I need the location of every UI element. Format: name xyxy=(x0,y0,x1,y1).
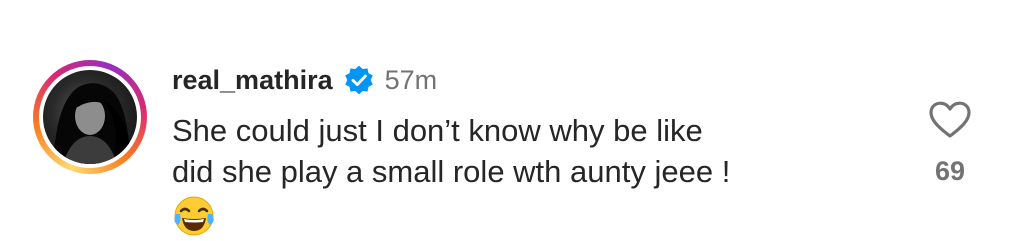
verified-badge-icon xyxy=(343,64,375,96)
comment-username[interactable]: real_mathira xyxy=(172,65,333,96)
comment-emoji-line xyxy=(172,194,892,238)
comment-text-line-1: She could just I don’t know why be like xyxy=(172,113,703,148)
comment-text: She could just I don’t know why be like d… xyxy=(172,110,892,192)
avatar-ring-gap xyxy=(39,66,141,168)
heart-outline-icon[interactable] xyxy=(928,100,972,140)
comment-body: real_mathira 57m She could just I don’t … xyxy=(172,60,892,238)
like-count: 69 xyxy=(934,156,966,186)
like-control: 69 xyxy=(920,100,980,187)
comment-thread: · · · · · real_mathira xyxy=(0,0,1024,241)
avatar-portrait-icon xyxy=(53,83,133,164)
laughing-emoji-icon xyxy=(174,196,214,236)
avatar-icon xyxy=(43,70,137,164)
avatar-story-ring[interactable] xyxy=(33,60,147,174)
comment-timestamp: 57m xyxy=(384,64,438,95)
comment-text-line-2: did she play a small role wth aunty jeee… xyxy=(172,154,731,189)
comment-meta: real_mathira 57m xyxy=(172,60,892,100)
previous-comment-clipped: · · · · · xyxy=(168,0,271,6)
